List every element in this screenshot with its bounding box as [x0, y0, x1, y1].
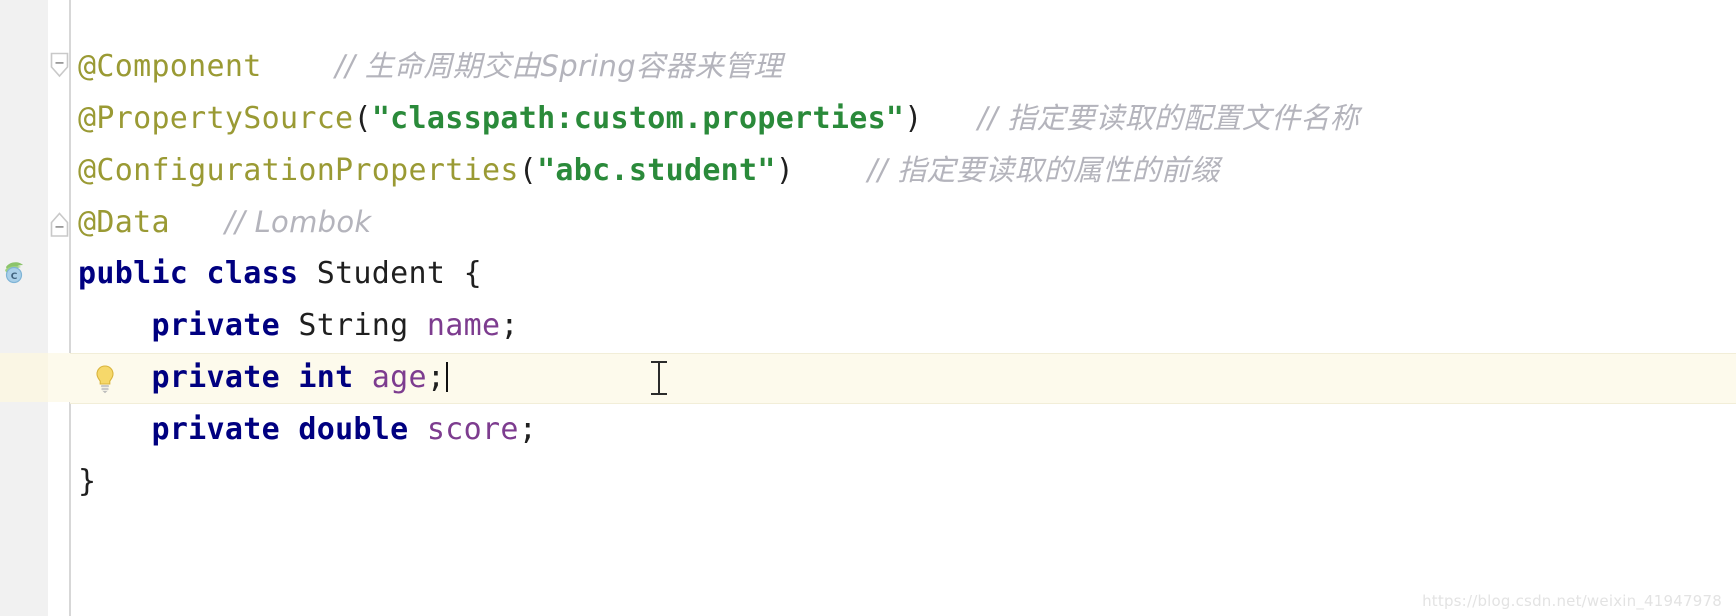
code-token-keyword: private — [151, 308, 299, 343]
code-token-annotation: @Data — [78, 205, 170, 240]
code-line[interactable]: @ConfigurationProperties("abc.student") … — [78, 144, 1736, 196]
code-token-type: Student — [316, 256, 446, 291]
code-token-punc: ; — [500, 308, 519, 343]
code-token-punc: ( — [353, 101, 372, 136]
gutter-divider — [69, 0, 71, 616]
code-token-punc: ) — [904, 101, 923, 136]
svg-text:C: C — [11, 272, 18, 282]
current-line-margin-highlight — [0, 353, 48, 402]
editor-fold-gutter[interactable] — [48, 0, 70, 616]
code-token-punc: ) — [775, 153, 795, 188]
code-line[interactable]: private int age; — [78, 352, 1736, 404]
code-token-annotation: @PropertySource — [78, 101, 354, 136]
code-token-annotation: @ConfigurationProperties — [78, 153, 519, 188]
code-line[interactable]: @Data // Lombok — [78, 196, 1736, 248]
code-line[interactable]: @PropertySource("classpath:custom.proper… — [78, 92, 1736, 144]
mouse-ibeam-cursor — [650, 360, 668, 396]
code-token-type: String — [298, 308, 427, 343]
code-line[interactable]: public class Student { — [78, 248, 1736, 300]
code-token-comment: // Lombok — [224, 205, 372, 239]
watermark: https://blog.csdn.net/weixin_41947978 — [1422, 592, 1722, 610]
code-token-keyword: private double — [151, 412, 427, 447]
text-caret — [446, 362, 449, 392]
code-token-punc: { — [445, 256, 482, 291]
fold-marker-collapse-bottom[interactable] — [50, 212, 69, 238]
code-token-punc: ( — [518, 153, 538, 188]
code-token-punc: ; — [426, 360, 446, 395]
code-line[interactable]: @Component // 生命周期交由Spring容器来管理 — [78, 40, 1736, 92]
code-token-string: "abc.student" — [537, 153, 776, 188]
code-token-punc: } — [78, 464, 97, 499]
code-token-string: "classpath:custom.properties" — [371, 101, 905, 136]
editor-icon-margin[interactable] — [0, 0, 48, 616]
code-token-annotation: @Component — [78, 49, 262, 84]
code-token-field: name — [426, 308, 501, 343]
code-token-field: score — [426, 412, 519, 447]
code-token-keyword: private int — [151, 360, 372, 395]
fold-marker-collapse-top[interactable] — [50, 52, 69, 78]
current-line-fold-highlight — [48, 353, 70, 402]
code-line[interactable]: private String name; — [78, 300, 1736, 352]
code-token-punc: ; — [518, 412, 538, 447]
code-token-comment: // 指定要读取的配置文件名称 — [977, 101, 1360, 135]
code-editor[interactable]: C @Component // 生命周期交由Spring容器来管理 @Proper… — [0, 0, 1736, 616]
code-token-field: age — [371, 360, 427, 395]
code-token-keyword: public class — [78, 256, 317, 291]
code-token-comment: // 指定要读取的属性的前缀 — [867, 153, 1220, 187]
code-line[interactable]: private double score; — [78, 404, 1736, 456]
code-token-comment: // 生命周期交由Spring容器来管理 — [335, 49, 783, 83]
code-lines[interactable]: @Component // 生命周期交由Spring容器来管理 @Property… — [78, 40, 1736, 508]
spring-bean-class-icon[interactable]: C — [2, 258, 28, 284]
code-line[interactable]: } — [78, 456, 1736, 508]
